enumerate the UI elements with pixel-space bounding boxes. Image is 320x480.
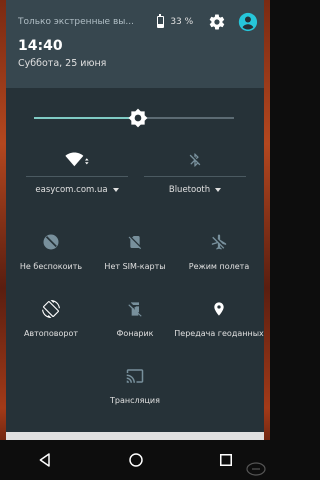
location-icon: [214, 302, 224, 316]
watermark-logo-icon: [246, 462, 266, 476]
tile-do-not-disturb[interactable]: Не беспокоить: [8, 230, 94, 276]
bluetooth-divider: [144, 176, 246, 177]
battery-icon: [157, 14, 165, 28]
bluetooth-label: Bluetooth: [168, 185, 211, 195]
navigation-bar: [0, 440, 270, 480]
status-header: Только экстренные вы... 33 % 14:40 Суббо…: [6, 0, 264, 88]
auto-rotate-icon: [42, 300, 60, 318]
tile-label: Передача геоданных: [174, 329, 264, 338]
tile-location[interactable]: Передача геоданных: [174, 297, 264, 343]
wifi-network-name: easycom.com.ua: [35, 185, 108, 195]
user-avatar-icon[interactable]: [238, 12, 258, 32]
back-icon[interactable]: [37, 452, 53, 468]
flashlight-icon: [128, 302, 142, 317]
tile-cast[interactable]: Трансляция: [92, 364, 178, 410]
chevron-down-icon[interactable]: [112, 188, 119, 192]
do-not-disturb-icon: [43, 234, 59, 250]
tile-label: Нет SIM-карты: [104, 262, 166, 271]
tile-auto-rotate[interactable]: Автоповорот: [8, 297, 94, 343]
home-icon[interactable]: [128, 452, 144, 468]
tile-flashlight[interactable]: Фонарик: [92, 297, 178, 343]
airplane-icon: [211, 234, 227, 250]
wifi-tile[interactable]: easycom.com.ua: [26, 148, 128, 208]
wifi-divider: [26, 176, 128, 177]
chevron-down-icon[interactable]: [215, 188, 222, 192]
tile-label: Не беспокоить: [19, 262, 83, 271]
brightness-fill: [34, 117, 138, 119]
tile-label: Фонарик: [116, 329, 154, 338]
clock: 14:40: [18, 38, 63, 54]
bluetooth-tile[interactable]: Bluetooth: [144, 148, 246, 208]
tile-label: Режим полета: [188, 262, 250, 271]
battery-percent: 33 %: [170, 17, 194, 27]
settings-icon[interactable]: [208, 13, 226, 31]
recents-icon[interactable]: [219, 453, 233, 467]
shade-drag-handle[interactable]: [6, 432, 264, 440]
brightness-icon[interactable]: [128, 108, 148, 128]
brightness-slider[interactable]: [34, 108, 234, 128]
wifi-icon: [65, 152, 89, 167]
tile-label: Трансляция: [110, 396, 160, 405]
bluetooth-off-icon: [189, 153, 201, 167]
cast-icon: [126, 369, 144, 383]
no-sim-icon: [128, 236, 142, 250]
tile-label: Автоповорот: [23, 329, 79, 338]
carrier-text: Только экстренные вы...: [18, 17, 134, 27]
notification-shade: Только экстренные вы... 33 % 14:40 Суббо…: [6, 0, 264, 432]
status-row: Только экстренные вы... 33 %: [18, 12, 258, 32]
date-text: Суббота, 25 июня: [18, 58, 107, 69]
tile-airplane-mode[interactable]: Режим полета: [176, 230, 262, 276]
tile-no-sim[interactable]: Нет SIM-карты: [92, 230, 178, 276]
